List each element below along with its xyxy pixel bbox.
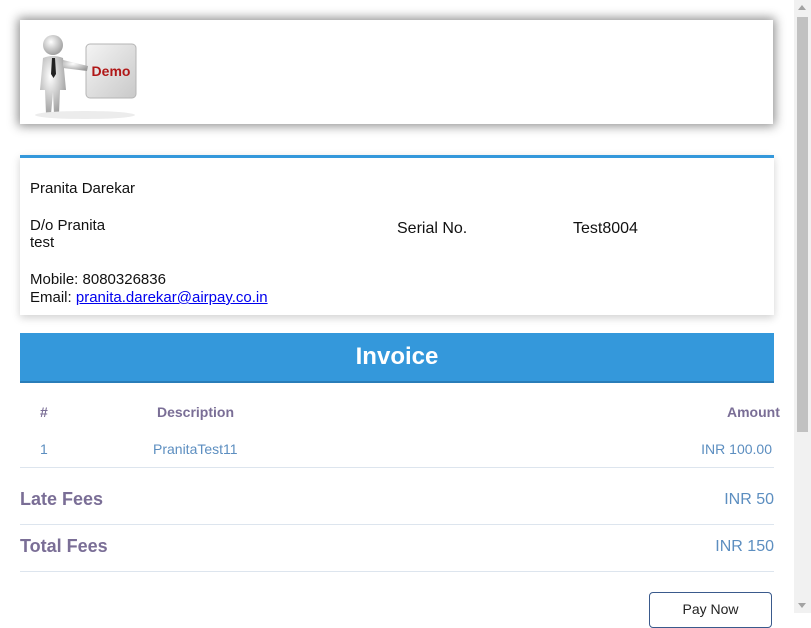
row-divider — [20, 467, 774, 468]
mobile-label: Mobile: — [30, 271, 79, 288]
invoice-title: Invoice — [20, 333, 774, 383]
column-header-description: Description — [157, 404, 235, 420]
customer-parent: D/o Pranita test — [30, 217, 105, 251]
late-fees-label: Late Fees — [20, 489, 104, 509]
row-amount: INR 100.00 — [701, 441, 772, 457]
column-header-amount: Amount — [727, 404, 780, 420]
logo-card: Demo — [20, 20, 773, 124]
svg-text:Demo: Demo — [92, 63, 131, 79]
demo-logo: Demo — [35, 35, 137, 119]
serial-label: Serial No. — [397, 220, 468, 237]
pay-now-button[interactable]: Pay Now — [649, 592, 772, 628]
email-label: Email: — [30, 289, 72, 306]
email-line: Email: pranita.darekar@airpay.co.in — [30, 289, 268, 307]
row-num: 1 — [40, 441, 48, 457]
parent-line-1: D/o Pranita — [30, 217, 106, 234]
total-fees-label: Total Fees — [20, 536, 108, 556]
total-fees-value: INR 150 — [715, 538, 774, 555]
scroll-down-icon[interactable] — [798, 603, 806, 608]
customer-contact: Mobile: 8080326836 Email: pranita.dareka… — [30, 271, 268, 307]
total-divider — [20, 571, 774, 572]
late-fees-value: INR 50 — [724, 491, 774, 508]
scrollbar-thumb[interactable] — [797, 17, 808, 432]
row-description: PranitaTest11 — [153, 441, 238, 457]
email-link[interactable]: pranita.darekar@airpay.co.in — [76, 289, 268, 306]
customer-card: Pranita Darekar D/o Pranita test Serial … — [20, 155, 774, 315]
vertical-scrollbar[interactable] — [794, 0, 811, 613]
scroll-up-icon[interactable] — [798, 5, 806, 10]
mobile-line: Mobile: 8080326836 — [30, 271, 268, 289]
serial-value: Test8004 — [573, 220, 638, 237]
parent-line-2: test — [30, 234, 55, 251]
column-header-num: # — [40, 404, 48, 420]
fees-divider — [20, 524, 774, 525]
customer-name: Pranita Darekar — [30, 180, 136, 197]
mobile-value: 8080326836 — [82, 271, 166, 288]
